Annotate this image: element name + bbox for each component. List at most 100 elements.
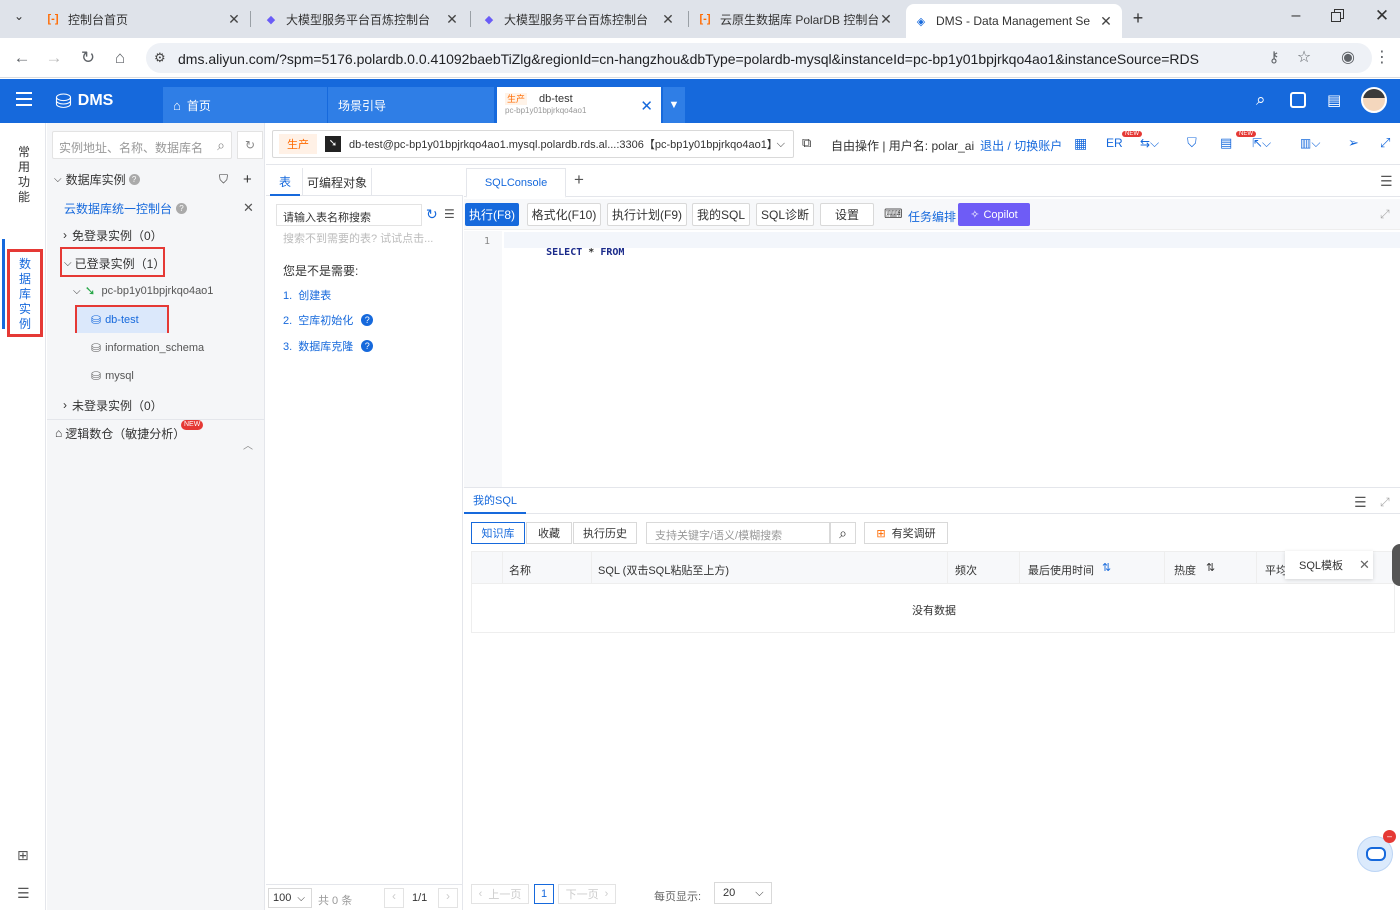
help-icon[interactable]: ? xyxy=(361,340,374,352)
close-assistant-icon[interactable]: – xyxy=(1383,830,1396,843)
collapse-icon[interactable]: ︿ xyxy=(243,437,253,452)
close-tab-icon[interactable]: ✕ xyxy=(660,11,676,28)
forward-icon[interactable]: → xyxy=(42,46,66,70)
sql-search-input[interactable]: 支持关键字/语义/模糊搜索 xyxy=(646,522,830,544)
logout-link[interactable]: 退出 xyxy=(980,137,1004,154)
panel-tab-my-sql[interactable]: 我的SQL xyxy=(464,488,526,514)
tab-db-test[interactable]: 生产 db-test pc-bp1y01bpjrkqo4ao1 ✕ xyxy=(497,87,661,123)
column-header[interactable]: 热度 xyxy=(1174,562,1196,578)
execute-button[interactable]: 执行(F8) xyxy=(465,203,519,226)
tree-info-schema[interactable]: ⛁ information_schema xyxy=(47,335,265,361)
rail-common-functions[interactable]: 常用功能 xyxy=(17,145,31,205)
close-tab-icon[interactable]: ✕ xyxy=(878,11,894,28)
history-tab[interactable]: 执行历史 xyxy=(573,522,637,544)
add-icon[interactable]: + xyxy=(243,171,252,188)
close-icon[interactable]: ✕ xyxy=(243,200,254,216)
profile-icon[interactable]: ◉ xyxy=(1336,46,1360,70)
er-diagram-button[interactable]: ER xyxy=(1106,136,1123,150)
doc-icon[interactable]: ▤ xyxy=(1327,91,1341,109)
column-header[interactable]: 最后使用时间 xyxy=(1028,562,1094,578)
tab-programmable[interactable]: 可编程对象 xyxy=(302,168,372,196)
close-tab-icon[interactable]: ✕ xyxy=(1098,13,1114,30)
reload-icon[interactable]: ↻ xyxy=(76,46,100,70)
close-tab-icon[interactable]: ✕ xyxy=(640,97,653,115)
task-orchestration-link[interactable]: 任务编排 xyxy=(908,208,956,225)
explain-button[interactable]: 执行计划(F9) xyxy=(607,203,687,226)
editor-menu-icon[interactable]: ☰ xyxy=(1380,173,1393,190)
collapse-rail-icon[interactable]: ☰ xyxy=(17,885,30,902)
sql-template-tab[interactable]: SQL模板 ✕ xyxy=(1285,551,1373,579)
create-table-link[interactable]: 1. 创建表 xyxy=(283,287,331,303)
tree-db-test[interactable]: ⛁ db-test xyxy=(77,307,167,333)
close-tab-icon[interactable]: ✕ xyxy=(226,11,242,28)
my-sql-button[interactable]: 我的SQL xyxy=(692,203,750,226)
rail-db-instances[interactable]: 数据库实例 xyxy=(7,249,43,337)
sql-editor[interactable]: SELECT * FROM xyxy=(504,232,1400,488)
avatar[interactable] xyxy=(1361,87,1387,113)
new-tab-icon[interactable]: + xyxy=(1128,8,1148,30)
section-db-instances[interactable]: ⌵ 数据库实例 ? ⛉ + xyxy=(47,166,265,192)
search-icon[interactable]: ⌕ xyxy=(217,137,225,154)
add-console-icon[interactable]: + xyxy=(574,170,584,190)
tree-logged-in[interactable]: ⌵ 已登录实例（1） xyxy=(47,250,265,276)
sort-icon[interactable]: ⇅ xyxy=(1102,561,1111,574)
tree-free-login[interactable]: › 免登录实例（0） xyxy=(47,222,265,248)
close-icon[interactable]: ✕ xyxy=(1359,557,1370,573)
survey-button[interactable]: ⊞ 有奖调研 xyxy=(864,522,948,544)
init-db-link[interactable]: 2. 空库初始化 xyxy=(283,312,353,328)
copilot-button[interactable]: ✧ Copilot xyxy=(958,203,1030,226)
home-icon[interactable]: ⌂ xyxy=(108,46,132,70)
restore-icon[interactable] xyxy=(1330,9,1346,23)
copy-icon[interactable]: ⧉ xyxy=(802,135,811,151)
panel-menu-icon[interactable]: ☰ xyxy=(1354,494,1367,511)
favorites-tab[interactable]: 收藏 xyxy=(526,522,572,544)
dms-logo[interactable]: ⛁ DMS xyxy=(55,89,113,113)
export-icon[interactable]: ⇱⌵ xyxy=(1252,136,1271,151)
sync-icon[interactable]: ⇆⌵ xyxy=(1140,136,1159,151)
tree-instance[interactable]: ⌵ ➘ pc-bp1y01bpjrkqo4ao1 xyxy=(47,278,265,304)
page-number[interactable]: 1 xyxy=(534,884,554,904)
url-field[interactable]: ⚙ dms.aliyun.com/?spm=5176.polardb.0.0.4… xyxy=(146,43,1372,73)
browser-menu-icon[interactable]: ⋮ xyxy=(1370,46,1394,70)
connection-selector[interactable]: 生产 ➘ db-test@pc-bp1y01bpjrkqo4ao1.mysql.… xyxy=(272,130,794,158)
sort-icon[interactable]: ⇅ xyxy=(1206,561,1215,574)
expand-icon[interactable]: ⤢ xyxy=(1380,207,1390,222)
format-button[interactable]: 格式化(F10) xyxy=(527,203,601,226)
apps-grid-icon[interactable]: ⊞ xyxy=(17,847,29,864)
tab-search-icon[interactable]: ⌄ xyxy=(8,9,30,29)
menu-icon[interactable] xyxy=(16,92,32,106)
browser-tab-active[interactable]: ◈ DMS - Data Management Se ✕ xyxy=(906,4,1122,38)
back-icon[interactable]: ← xyxy=(10,46,34,70)
prev-page-button[interactable]: ‹ 上一页 xyxy=(471,884,529,904)
search-icon[interactable]: ⌕ xyxy=(1256,90,1266,110)
search-button[interactable]: ⌕ xyxy=(830,522,856,544)
refresh-icon[interactable]: ↻ xyxy=(426,206,438,223)
help-icon[interactable]: ? xyxy=(361,314,374,326)
sql-diagnose-button[interactable]: SQL诊断 xyxy=(756,203,814,226)
fullscreen-icon[interactable]: ⤢ xyxy=(1380,135,1390,151)
shield-icon[interactable]: ⛉ xyxy=(1187,135,1197,151)
tab-tables[interactable]: 表 xyxy=(270,168,300,196)
browser-tab-4[interactable]: [-] 云原生数据库 PolarDB 控制台 ✕ xyxy=(690,5,902,33)
filter-icon[interactable]: ⛉ xyxy=(219,172,228,187)
notification-icon[interactable] xyxy=(1290,92,1306,108)
table-grid-icon[interactable]: ▦ xyxy=(1074,135,1087,152)
browser-tab-3[interactable]: ◆ 大模型服务平台百炼控制台 ✕ xyxy=(474,5,684,33)
table-search-input[interactable]: 请输入表名称搜索 xyxy=(276,204,422,226)
browser-tab-2[interactable]: ◆ 大模型服务平台百炼控制台 ✕ xyxy=(256,5,468,33)
per-page-select[interactable]: 20 ⌵ xyxy=(714,882,772,904)
site-info-icon[interactable]: ⚙ xyxy=(154,50,166,66)
section-logic-db[interactable]: ⌂ 逻辑数仓（敏捷分析） NEW xyxy=(47,420,265,446)
close-tab-icon[interactable]: ✕ xyxy=(444,11,460,28)
tab-scene-guide[interactable]: 场景引导 xyxy=(328,87,494,123)
tab-home[interactable]: ⌂ 首页 xyxy=(163,87,327,123)
password-key-icon[interactable]: ⚷ xyxy=(1262,46,1286,70)
tree-not-logged[interactable]: › 未登录实例（0） xyxy=(47,392,265,418)
next-page-button[interactable]: › xyxy=(438,888,458,908)
send-icon[interactable]: ➢ xyxy=(1348,135,1359,151)
instance-search-input[interactable]: 实例地址、名称、数据库名 ⌕ xyxy=(52,131,232,159)
list-menu-icon[interactable]: ☰ xyxy=(444,207,455,221)
expand-icon[interactable]: ⤢ xyxy=(1380,495,1390,510)
switch-account-link[interactable]: 切换账户 xyxy=(1014,137,1062,154)
console-link-row[interactable]: 云数据库统一控制台 ? ✕ xyxy=(47,195,265,221)
